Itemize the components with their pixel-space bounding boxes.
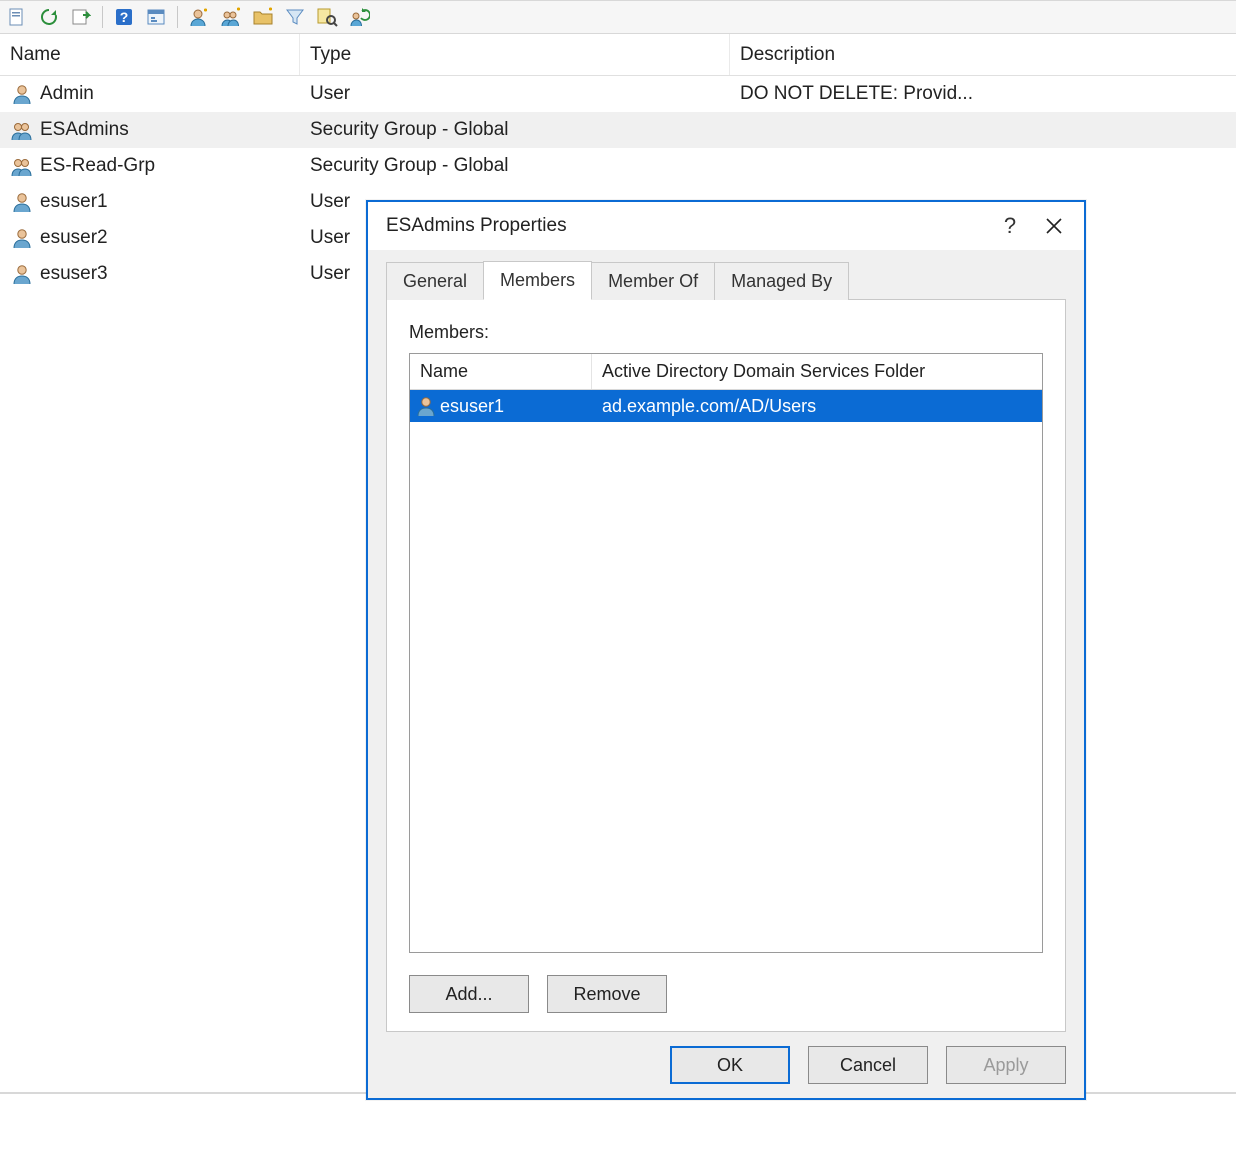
members-column-name[interactable]: Name: [410, 354, 592, 389]
row-name: esuser2: [40, 227, 108, 249]
members-label: Members:: [409, 322, 1043, 343]
remove-button[interactable]: Remove: [547, 975, 667, 1013]
user-icon: [414, 394, 438, 418]
dialog-body: General Members Member Of Managed By Mem…: [368, 250, 1084, 1032]
dialog-footer: OK Cancel Apply: [368, 1032, 1084, 1098]
ok-button[interactable]: OK: [670, 1046, 790, 1084]
list-row[interactable]: ES-Read-Grp Security Group - Global: [0, 148, 1236, 184]
find-icon[interactable]: [314, 4, 340, 30]
filter-icon[interactable]: [282, 4, 308, 30]
tab-bar: General Members Member Of Managed By: [386, 260, 1066, 300]
members-header: Name Active Directory Domain Services Fo…: [410, 354, 1042, 390]
list-row[interactable]: Admin UserDO NOT DELETE: Provid...: [0, 76, 1236, 112]
dialog-title: ESAdmins Properties: [386, 215, 988, 237]
new-folder-icon[interactable]: [250, 4, 276, 30]
add-user-icon[interactable]: [186, 4, 212, 30]
row-name: Admin: [40, 83, 94, 105]
dialog-titlebar: ESAdmins Properties ?: [368, 202, 1084, 250]
user-icon: [10, 82, 34, 106]
tab-panel-members: Members: Name Active Directory Domain Se…: [386, 299, 1066, 1032]
group-icon: [10, 118, 34, 142]
page-icon[interactable]: [4, 4, 30, 30]
members-button-row: Add... Remove: [409, 975, 1043, 1013]
svg-text:?: ?: [120, 9, 129, 25]
help-icon[interactable]: ?: [111, 4, 137, 30]
user-icon: [10, 226, 34, 250]
row-type: User: [300, 83, 730, 105]
row-type: Security Group - Global: [300, 119, 730, 141]
add-group-icon[interactable]: [218, 4, 244, 30]
member-folder: ad.example.com/AD/Users: [592, 396, 1042, 417]
row-name: ESAdmins: [40, 119, 129, 141]
row-type: Security Group - Global: [300, 155, 730, 177]
row-name: esuser1: [40, 191, 108, 213]
add-button[interactable]: Add...: [409, 975, 529, 1013]
user-icon: [10, 262, 34, 286]
tab-general[interactable]: General: [386, 262, 484, 300]
tab-members[interactable]: Members: [483, 261, 592, 300]
row-name: esuser3: [40, 263, 108, 285]
column-header-description[interactable]: Description: [730, 34, 1236, 75]
help-button[interactable]: ?: [988, 206, 1032, 246]
list-row[interactable]: ESAdmins Security Group - Global: [0, 112, 1236, 148]
tab-member-of[interactable]: Member Of: [591, 262, 715, 300]
toolbar-separator: [102, 6, 103, 28]
export-list-icon[interactable]: [68, 4, 94, 30]
refresh-icon[interactable]: [36, 4, 62, 30]
row-description: DO NOT DELETE: Provid...: [730, 83, 1236, 105]
user-icon: [10, 190, 34, 214]
members-row[interactable]: esuser1 ad.example.com/AD/Users: [410, 390, 1042, 422]
cancel-button[interactable]: Cancel: [808, 1046, 928, 1084]
tab-managed-by[interactable]: Managed By: [714, 262, 849, 300]
member-name: esuser1: [440, 396, 504, 417]
members-listbox: Name Active Directory Domain Services Fo…: [409, 353, 1043, 953]
toolbar-separator: [177, 6, 178, 28]
properties-dialog: ESAdmins Properties ? General Members Me…: [366, 200, 1086, 1100]
group-icon: [10, 154, 34, 178]
refresh-all-icon[interactable]: [346, 4, 372, 30]
close-button[interactable]: [1032, 206, 1076, 246]
properties-icon[interactable]: [143, 4, 169, 30]
apply-button[interactable]: Apply: [946, 1046, 1066, 1084]
members-column-folder[interactable]: Active Directory Domain Services Folder: [592, 354, 1042, 389]
column-header-name[interactable]: Name: [0, 34, 300, 75]
column-header-type[interactable]: Type: [300, 34, 730, 75]
row-name: ES-Read-Grp: [40, 155, 155, 177]
list-header: Name Type Description: [0, 34, 1236, 76]
toolbar: ?: [0, 0, 1236, 34]
